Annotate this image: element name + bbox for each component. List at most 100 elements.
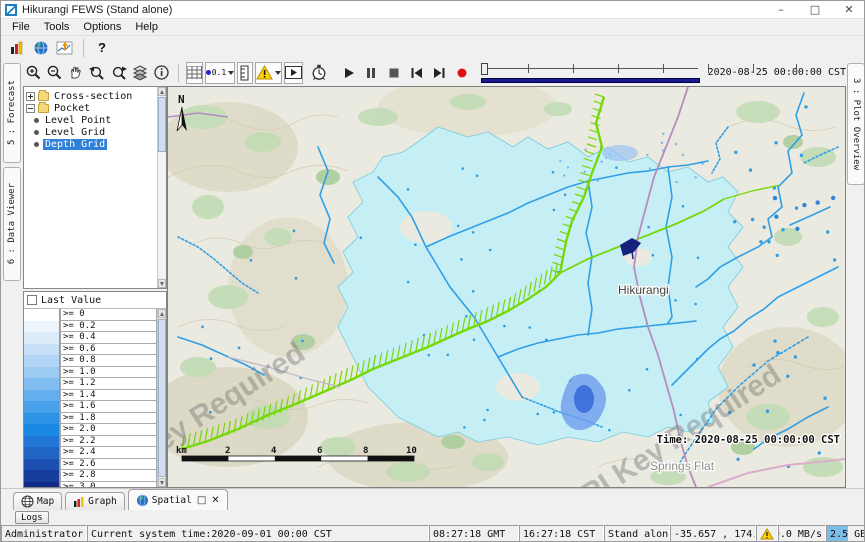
application-window: Hikurangi FEWS (Stand alone) – □ ✕ File … xyxy=(0,0,865,542)
globe-button[interactable] xyxy=(30,37,52,59)
time-navigator-button[interactable] xyxy=(310,62,328,84)
legend-swatch xyxy=(24,309,60,321)
scrollbar-thumb[interactable] xyxy=(158,97,166,152)
menu-options[interactable]: Options xyxy=(76,20,128,34)
legend-item[interactable]: >= 0.6 xyxy=(24,344,157,356)
pause-button[interactable] xyxy=(364,62,380,84)
scroll-up-icon[interactable] xyxy=(158,309,166,318)
status-gmt-time: 08:27:18 GMT xyxy=(429,525,519,542)
legend-item[interactable]: >= 1.0 xyxy=(24,367,157,379)
zoom-next-button[interactable] xyxy=(109,62,129,84)
legend-item[interactable]: >= 1.8 xyxy=(24,413,157,425)
tree-item-pocket[interactable]: Pocket xyxy=(24,102,166,114)
maximize-button[interactable]: □ xyxy=(798,1,832,18)
scroll-down-icon[interactable] xyxy=(158,478,166,487)
ruler-button[interactable] xyxy=(237,62,253,84)
legend-swatch xyxy=(24,447,60,459)
expand-icon[interactable] xyxy=(26,92,35,101)
stop-button[interactable] xyxy=(386,62,402,84)
map-time-label: Time: 2020-08-25 00:00:00 CST xyxy=(657,434,840,446)
grid-interval-dropdown[interactable]: 0.1 xyxy=(205,62,235,84)
help-button[interactable]: ? xyxy=(91,37,113,59)
scroll-up-icon[interactable] xyxy=(158,87,166,96)
timeseries-button[interactable] xyxy=(54,37,76,59)
status-coordinates: -35.657 , 174.199 xyxy=(670,525,756,542)
toolbar-separator xyxy=(178,64,179,82)
info-button[interactable] xyxy=(152,62,171,84)
tab-graph[interactable]: Graph xyxy=(65,492,125,510)
pan-button[interactable] xyxy=(66,62,85,84)
previous-step-button[interactable] xyxy=(409,62,425,84)
collapse-icon[interactable] xyxy=(26,104,35,113)
status-memory[interactable]: 2.5 GB xyxy=(826,525,865,542)
legend-label: >= 0.4 xyxy=(60,332,157,344)
thresholds-dropdown[interactable] xyxy=(255,62,282,84)
legend-label: >= 2.0 xyxy=(60,424,157,436)
next-step-button[interactable] xyxy=(432,62,448,84)
legend-item[interactable]: >= 1.4 xyxy=(24,390,157,402)
logs-button[interactable]: Logs xyxy=(15,511,49,524)
legend-header: Last Value xyxy=(24,292,166,309)
legend-item[interactable]: >= 2.0 xyxy=(24,424,157,436)
legend-item[interactable]: >= 0.8 xyxy=(24,355,157,367)
last-value-checkbox[interactable] xyxy=(27,295,37,305)
status-bar: Administrator Current system time:2020-0… xyxy=(1,525,865,542)
tab-plot-overview[interactable]: 3 : Plot Overview xyxy=(847,63,865,185)
tree-item-depth-grid[interactable]: Depth Grid xyxy=(24,138,166,150)
legend-item[interactable]: >= 2.8 xyxy=(24,470,157,482)
timeline-slider[interactable] xyxy=(481,62,699,84)
legend-item[interactable]: >= 0.2 xyxy=(24,321,157,333)
legend-item[interactable]: >= 3.0 xyxy=(24,482,157,488)
status-user: Administrator xyxy=(1,525,87,542)
map-canvas[interactable]: API Key Required API Key Required Hikura… xyxy=(168,87,845,487)
timeline-thumb[interactable] xyxy=(481,63,488,75)
scroll-down-icon[interactable] xyxy=(158,279,166,288)
bullet-icon xyxy=(34,118,39,123)
tree-item-level-point[interactable]: Level Point xyxy=(24,114,166,126)
status-network-speed: 0.0 MB/s xyxy=(778,525,826,542)
minimize-button[interactable]: – xyxy=(764,1,798,18)
tab-data-viewer[interactable]: 6 : Data Viewer xyxy=(3,167,21,281)
tab-map[interactable]: Map xyxy=(13,492,62,510)
bar-chart-icon xyxy=(73,496,85,508)
legend-swatch xyxy=(24,367,60,379)
close-button[interactable]: ✕ xyxy=(832,1,865,18)
movie-player-button[interactable] xyxy=(284,62,303,84)
svg-text:8: 8 xyxy=(363,446,368,456)
zoom-out-button[interactable] xyxy=(45,62,64,84)
record-button[interactable] xyxy=(455,62,471,84)
left-tab-strip: 5 : Forecast 6 : Data Viewer xyxy=(1,59,23,488)
flood-extent-polygon xyxy=(338,127,743,445)
tab-close-icon[interactable]: ✕ xyxy=(211,495,219,506)
grid-display-button[interactable] xyxy=(186,62,203,84)
play-button[interactable] xyxy=(341,62,357,84)
map-viewport[interactable]: API Key Required API Key Required Hikura… xyxy=(167,86,846,488)
logs-row: Logs xyxy=(1,510,865,525)
legend-item[interactable]: >= 0 xyxy=(24,309,157,321)
zoom-previous-button[interactable] xyxy=(87,62,107,84)
menu-file[interactable]: File xyxy=(5,20,37,34)
menu-help[interactable]: Help xyxy=(128,20,165,34)
tree-scrollbar[interactable] xyxy=(157,87,166,288)
tab-spatial[interactable]: Spatial □ ✕ xyxy=(128,489,228,510)
layers-button[interactable] xyxy=(131,62,150,84)
current-time-display: 2020-08-25 00:00:00 CST xyxy=(708,67,846,78)
status-warning[interactable] xyxy=(756,525,778,542)
legend-item[interactable]: >= 1.6 xyxy=(24,401,157,413)
tab-forecast[interactable]: 5 : Forecast xyxy=(3,63,21,163)
database-chart-button[interactable] xyxy=(6,37,28,59)
legend-swatch xyxy=(24,401,60,413)
legend-item[interactable]: >= 2.4 xyxy=(24,447,157,459)
tree-item-level-grid[interactable]: Level Grid xyxy=(24,126,166,138)
right-tab-strip: 3 : Plot Overview xyxy=(846,59,865,488)
legend-item[interactable]: >= 1.2 xyxy=(24,378,157,390)
scrollbar-thumb[interactable] xyxy=(158,319,166,477)
legend-item[interactable]: >= 2.6 xyxy=(24,459,157,471)
menu-tools[interactable]: Tools xyxy=(37,20,77,34)
legend-item[interactable]: >= 2.2 xyxy=(24,436,157,448)
tab-maximize-icon[interactable]: □ xyxy=(197,495,206,506)
legend-scrollbar[interactable] xyxy=(157,309,166,487)
zoom-in-button[interactable] xyxy=(24,62,43,84)
legend-item[interactable]: >= 0.4 xyxy=(24,332,157,344)
tree-item-cross-section[interactable]: Cross-section xyxy=(24,90,166,102)
